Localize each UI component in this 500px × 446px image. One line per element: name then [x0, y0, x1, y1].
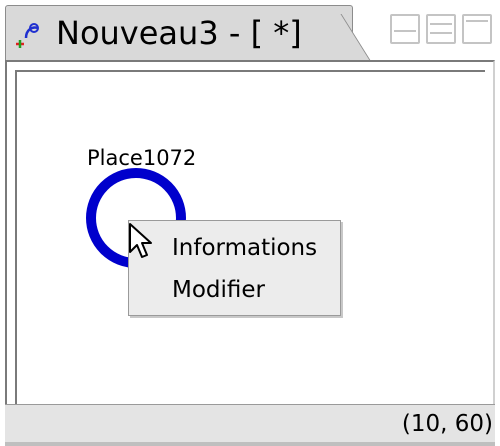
- window-controls: [390, 14, 492, 44]
- menu-item-modifier[interactable]: Modifier: [172, 277, 265, 303]
- place-label: Place1072: [87, 146, 197, 170]
- window-title: Nouveau3 - [ *]: [56, 14, 302, 52]
- maximize-icon: [466, 20, 488, 22]
- petri-net-icon: [16, 23, 39, 48]
- tile-button[interactable]: [426, 14, 456, 44]
- maximize-button[interactable]: [462, 14, 492, 44]
- window-frame-bottom: [5, 442, 495, 446]
- menu-item-informations[interactable]: Informations: [172, 235, 317, 261]
- minimize-button[interactable]: [390, 14, 420, 44]
- editor-window: Nouveau3 - [ *] Place1072 Informations M…: [0, 0, 500, 446]
- mouse-pointer-icon: [129, 223, 152, 258]
- status-bar: (10, 60): [5, 404, 495, 442]
- minimize-icon: [394, 30, 416, 32]
- title-bar[interactable]: Nouveau3 - [ *]: [0, 0, 500, 60]
- tile-icon: [430, 23, 452, 25]
- cursor-coordinates: (10, 60): [401, 411, 493, 437]
- context-menu: Informations Modifier: [128, 220, 341, 316]
